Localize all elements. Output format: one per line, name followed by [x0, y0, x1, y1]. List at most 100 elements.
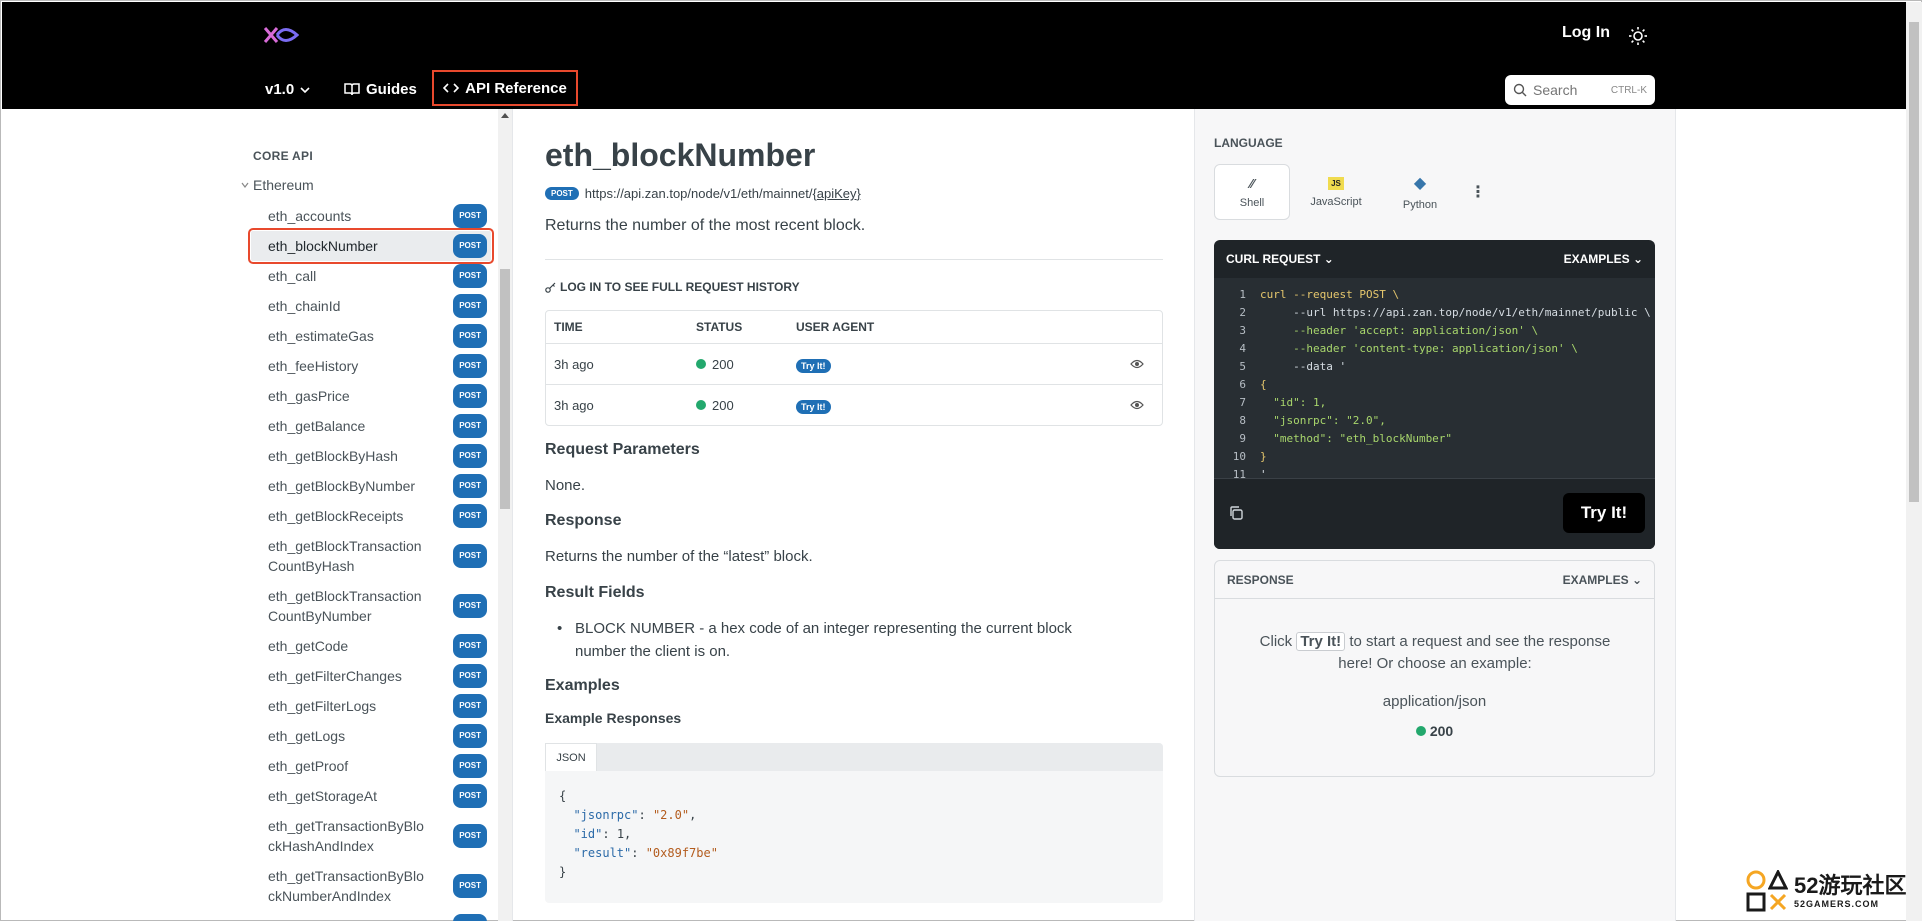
sidebar-item[interactable]: eth_getLogs POST [251, 721, 491, 751]
copy-icon[interactable] [1228, 505, 1244, 521]
sidebar-item[interactable]: eth_getProof POST [251, 751, 491, 781]
lang-shell[interactable]: ∕∕ Shell [1214, 164, 1290, 220]
page-scroll-thumb[interactable] [1909, 22, 1919, 502]
col-time: TIME [554, 320, 583, 334]
sidebar-scrollbar[interactable] [498, 109, 512, 921]
sidebar-item-label: eth_chainId [268, 298, 341, 314]
sidebar-item-label: eth_getCode [268, 638, 349, 654]
curl-code[interactable]: 1 2 3 4 5 6 7 8 9 10 11 curl --request P… [1214, 278, 1655, 481]
endpoint-description: Returns the number of the most recent bl… [545, 217, 866, 234]
method-badge: POST [453, 264, 487, 288]
sidebar-item[interactable]: eth_getFilterChanges POST [251, 661, 491, 691]
nav-guides[interactable]: Guides [344, 81, 417, 98]
method-badge: POST [453, 594, 487, 618]
sidebar-item-label: eth_estimateGas [268, 328, 374, 344]
sidebar-item[interactable]: eth_getBlockByNumber POST [251, 471, 491, 501]
search-shortcut: CTRL-K [1610, 84, 1647, 96]
method-badge: POST [453, 874, 487, 898]
method-badge: POST [453, 634, 487, 658]
sidebar-item-label: eth_getLogs [268, 728, 346, 744]
sidebar-item[interactable]: eth_getCode POST [251, 631, 491, 661]
sidebar-item[interactable]: eth_call POST [251, 261, 491, 291]
nav-api-reference-label: API Reference [465, 79, 567, 97]
response-header: RESPONSE EXAMPLES ⌄ [1215, 561, 1654, 599]
language-title: LANGUAGE [1214, 136, 1283, 150]
sidebar-item[interactable]: eth_getBlockTransaction CountByNumber POS… [251, 581, 491, 631]
request-params-text: None. [545, 477, 586, 494]
sidebar-scroll-thumb[interactable] [500, 269, 510, 509]
curl-title-dropdown[interactable]: CURL REQUEST ⌄ [1226, 252, 1334, 266]
api-key-link[interactable]: {apiKey} [812, 186, 860, 201]
sidebar: CORE API Ethereum eth_accounts POST eth_bl… [1, 109, 513, 921]
curl-header: CURL REQUEST ⌄ EXAMPLES ⌄ [1214, 240, 1655, 278]
result-field-item: BLOCK NUMBER - a hex code of an integer … [557, 617, 1115, 663]
sidebar-item[interactable]: eth_accounts POST [251, 201, 491, 231]
sidebar-item[interactable]: eth_blockNumber POST [248, 228, 494, 264]
status-dot [696, 400, 706, 410]
try-it-button[interactable]: Try It! [1563, 493, 1645, 533]
version-dropdown[interactable]: v1.0 [265, 81, 310, 98]
nav-guides-label: Guides [366, 81, 417, 98]
examples-heading: Examples [545, 677, 620, 694]
zan-logo-icon[interactable] [263, 24, 299, 46]
more-languages-icon[interactable]: ⋮ [1466, 164, 1490, 220]
watermark-shapes-icon [1746, 870, 1788, 912]
sidebar-group-ethereum[interactable]: Ethereum [241, 177, 314, 193]
sidebar-item-label: eth_getBlockReceipts [268, 508, 404, 524]
sidebar-item[interactable]: eth_gasPrice POST [251, 381, 491, 411]
table-row[interactable]: 3h ago 200 Try It! [546, 343, 1162, 384]
search-icon [1513, 83, 1527, 97]
table-row[interactable]: 3h ago 200 Try It! [546, 384, 1162, 425]
sidebar-item[interactable]: eth_getStorageAt POST [251, 781, 491, 811]
watermark-subtext: 52GAMERS.COM [1794, 899, 1880, 909]
curl-examples-dropdown[interactable]: EXAMPLES ⌄ [1564, 252, 1643, 266]
login-link[interactable]: Log In [1562, 24, 1610, 42]
col-status: STATUS [696, 320, 743, 334]
page-scrollbar[interactable] [1906, 2, 1922, 921]
sidebar-item-label: eth_getTransactionByBlo ckNumberAndIndex [268, 868, 424, 904]
language-tabs: ∕∕ Shell JS JavaScript ◆ Python ⋮ [1214, 164, 1490, 220]
method-badge: POST [453, 324, 487, 348]
sun-icon[interactable] [1628, 26, 1648, 46]
sidebar-item[interactable]: eth_getBlockByHash POST [251, 441, 491, 471]
sidebar-item[interactable]: eth_getFilterLogs POST [251, 691, 491, 721]
sidebar-item[interactable]: eth_getTransactionByBlo ckHashAndIndex PO… [251, 811, 491, 861]
shell-icon: ∕∕ [1249, 175, 1255, 191]
row-status: 200 [712, 397, 734, 413]
sidebar-item[interactable]: eth_estimateGas POST [251, 321, 491, 351]
history-title: LOG IN TO SEE FULL REQUEST HISTORY [560, 280, 800, 294]
sidebar-item[interactable]: eth_getBalance POST [251, 411, 491, 441]
sidebar-section-title: CORE API [253, 149, 313, 163]
eye-icon[interactable] [1130, 400, 1144, 410]
response-heading: Response [545, 512, 622, 529]
method-badge: POST [453, 914, 487, 921]
search-input[interactable] [1533, 82, 1603, 98]
status-dot [696, 359, 706, 369]
response-title: RESPONSE [1227, 572, 1294, 587]
lang-python[interactable]: ◆ Python [1382, 164, 1458, 220]
scroll-up-arrow-icon[interactable] [501, 113, 509, 118]
sidebar-item-label: eth_getStorageAt [268, 788, 377, 804]
nav-api-reference[interactable]: API Reference [432, 70, 578, 106]
request-params-heading: Request Parameters [545, 441, 700, 458]
lang-javascript[interactable]: JS JavaScript [1298, 164, 1374, 220]
sidebar-item[interactable]: eth_getTransactionByBlo ckNumberAndIndex… [251, 861, 491, 911]
search-box[interactable]: CTRL-K [1505, 75, 1655, 105]
sidebar-item-label: eth_gasPrice [268, 388, 350, 404]
sidebar-item-label: eth_getTransactionByBlo ckHashAndIndex [268, 818, 424, 854]
sidebar-item[interactable]: eth_getBlockReceipts POST [251, 501, 491, 531]
result-fields-heading: Result Fields [545, 584, 645, 601]
sidebar-item[interactable]: eth_chainId POST [251, 291, 491, 321]
sidebar-item[interactable]: eth_getTransactionByHas POST [251, 911, 491, 921]
tab-json[interactable]: JSON [545, 743, 597, 771]
method-badge: POST [453, 384, 487, 408]
sidebar-item-label: eth_feeHistory [268, 358, 359, 374]
sidebar-item[interactable]: eth_feeHistory POST [251, 351, 491, 381]
sidebar-item[interactable]: eth_getBlockTransaction CountByHash POST [251, 531, 491, 581]
history-login-link[interactable]: LOG IN TO SEE FULL REQUEST HISTORY [545, 280, 800, 294]
method-badge: POST [545, 187, 579, 200]
response-examples-dropdown[interactable]: EXAMPLES ⌄ [1563, 573, 1642, 587]
example-status-200[interactable]: 200 [1215, 723, 1654, 739]
code-icon [443, 83, 460, 93]
eye-icon[interactable] [1130, 359, 1144, 369]
